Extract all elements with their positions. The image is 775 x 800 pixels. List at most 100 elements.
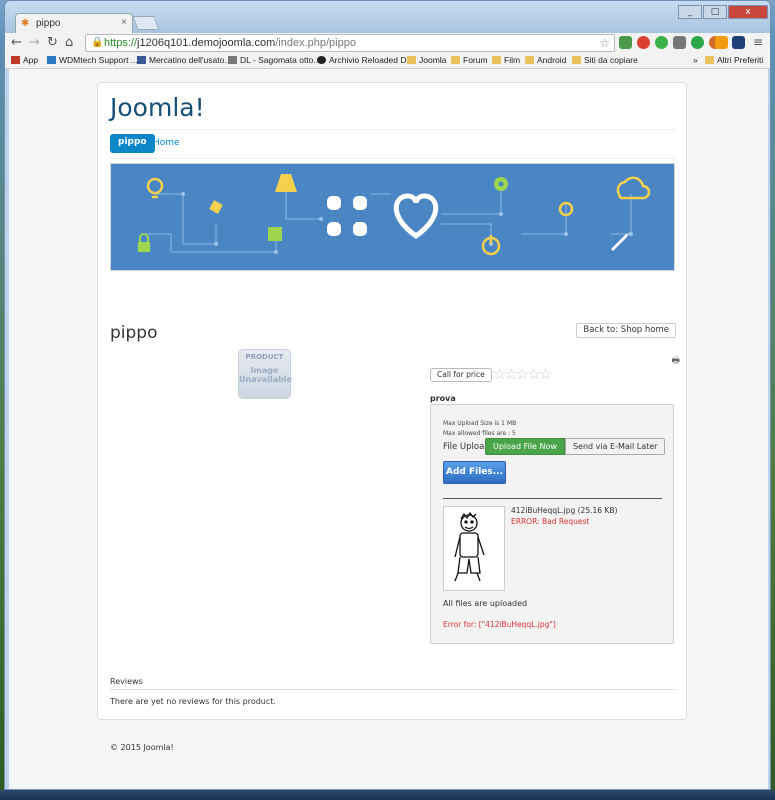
bookmark-star-icon[interactable]: ☆ (599, 36, 610, 50)
file-upload-label: File Upload (443, 442, 490, 452)
upload-field-label: prova (430, 394, 456, 403)
extension-leaf-icon[interactable] (655, 36, 668, 49)
send-email-later-button[interactable]: Send via E-Mail Later (564, 438, 666, 455)
extension-green-icon[interactable] (619, 36, 632, 49)
more-bookmarks-chevron[interactable]: » (693, 55, 698, 65)
page-viewport: Joomla! pippo Home pippo Back to: Shop h… (9, 69, 768, 789)
product-image-placeholder: PRODUCT Image Unavailable (238, 349, 292, 399)
gear-icon (494, 177, 508, 191)
bookmark-film[interactable]: Film (492, 55, 520, 65)
new-tab-button[interactable] (132, 16, 160, 30)
bookmark-dl[interactable]: DL - Sagomata otto... (228, 55, 320, 65)
forward-arrow-icon[interactable]: → (29, 35, 40, 50)
upload-now-button[interactable]: Upload File Now (485, 438, 565, 455)
url-path: /index.php/pippo (275, 37, 356, 49)
star-icon[interactable]: ☆ (527, 365, 541, 383)
upload-panel: Max Upload Size is 1 MB Max allowed file… (430, 404, 674, 644)
placeholder-line1: PRODUCT (245, 353, 284, 361)
tab-bar: ✱ pippo × _ □ x (5, 1, 770, 33)
folder-icon (451, 56, 460, 64)
cloud-icon (616, 176, 651, 200)
back-arrow-icon[interactable]: ← (11, 35, 22, 50)
uploaded-file-thumbnail (443, 506, 505, 591)
close-window-button[interactable]: x (728, 5, 768, 19)
divider (110, 158, 675, 159)
extension-pause-icon[interactable] (691, 36, 704, 49)
folder-icon (572, 56, 581, 64)
site-brand[interactable]: Joomla! (110, 93, 205, 122)
folder-icon (407, 56, 416, 64)
apps-icon (11, 56, 20, 64)
tab-title: pippo (36, 18, 61, 29)
folder-icon (705, 56, 714, 64)
home-icon[interactable]: ⌂ (65, 35, 73, 50)
product-title: pippo (110, 323, 158, 343)
cartoon-figure-image (454, 511, 485, 582)
bookmark-mercatino[interactable]: Mercatino dell'usato... (137, 55, 231, 65)
browser-window: ✱ pippo × _ □ x ← → ↻ ⌂ 🔒 https://j1206q… (4, 0, 771, 790)
max-files-text: Max allowed files are : 5 (443, 430, 516, 437)
placeholder-line3: Unavailable (239, 375, 292, 384)
os-taskbar (0, 790, 775, 800)
extension-red-icon[interactable] (637, 36, 650, 49)
bookmarks-bar: App WDMtech Support ... Mercatino dell'u… (5, 53, 770, 69)
nav-item-home[interactable]: Home (153, 138, 180, 148)
window-controls: _ □ x (678, 5, 768, 19)
add-files-button[interactable]: Add Files... (443, 461, 506, 484)
divider (110, 689, 675, 690)
menu-icon[interactable]: ≡ (753, 35, 763, 49)
star-icon[interactable]: ☆ (493, 365, 507, 383)
joomla-logo-icon (327, 196, 367, 236)
extension-rss-icon[interactable] (715, 36, 728, 49)
bookmark-siti[interactable]: Siti da copiare (572, 55, 638, 65)
bookmark-android[interactable]: Android (525, 55, 566, 65)
upload-mode-toggle: Upload File Now Send via E-Mail Later (485, 438, 666, 455)
site-footer: © 2015 Joomla! (110, 743, 174, 752)
print-icon[interactable]: 🖶 (672, 353, 681, 369)
rocket-icon (611, 233, 629, 251)
back-to-shop-button[interactable]: Back to: Shop home (576, 323, 676, 338)
divider (443, 498, 662, 499)
uploaded-file-name: 412iBuHeqqL.jpg (25.16 KB) (511, 506, 618, 515)
extension-n-icon[interactable] (732, 36, 745, 49)
url-scheme: https:// (104, 37, 138, 49)
reviews-empty-text: There are yet no reviews for this produc… (110, 697, 276, 706)
rating-stars[interactable]: ☆☆☆☆☆ (493, 365, 553, 383)
bookmark-app[interactable]: App (11, 55, 38, 65)
upload-error-message: ERROR: Bad Request (511, 517, 590, 526)
max-upload-size-text: Max Upload Size is 1 MB (443, 420, 517, 427)
divider (110, 129, 675, 130)
joomla-favicon-icon: ✱ (21, 18, 30, 29)
browser-toolbar: ← → ↻ ⌂ 🔒 https://j1206q101.demojoomla.c… (5, 33, 770, 53)
minimize-button[interactable]: _ (678, 5, 702, 19)
reviews-heading: Reviews (110, 677, 143, 686)
star-icon[interactable]: ☆ (539, 365, 553, 383)
close-tab-icon[interactable]: × (121, 17, 127, 28)
folder-icon (525, 56, 534, 64)
heart-icon (393, 193, 439, 240)
banner-illustration (138, 174, 651, 256)
upload-error-for-text: Error for: ["412iBuHeqqL.jpg"] (443, 620, 556, 629)
bookmark-joomla[interactable]: Joomla (407, 55, 446, 65)
bookmark-forum[interactable]: Forum (451, 55, 488, 65)
star-icon[interactable]: ☆ (516, 365, 530, 383)
maximize-button[interactable]: □ (703, 5, 727, 19)
bookmark-altri-preferiti[interactable]: Altri Preferiti (705, 55, 763, 65)
floppy-disk-icon (268, 227, 282, 241)
address-bar[interactable]: 🔒 https://j1206q101.demojoomla.com/index… (85, 34, 615, 52)
bookmark-wdmtech[interactable]: WDMtech Support ... (47, 55, 138, 65)
star-icon[interactable]: ☆ (504, 365, 518, 383)
tab-pippo[interactable]: ✱ pippo × (15, 13, 133, 33)
page-container: Joomla! pippo Home pippo Back to: Shop h… (97, 82, 687, 720)
extension-cast-icon[interactable] (673, 36, 686, 49)
facebook-icon (137, 56, 146, 64)
placeholder-line2: Image (250, 366, 279, 375)
dl-icon (228, 56, 237, 64)
reload-icon[interactable]: ↻ (47, 35, 58, 50)
dots-icon (47, 56, 56, 64)
nav-item-pippo[interactable]: pippo (110, 134, 155, 153)
satellite-icon (209, 200, 223, 214)
lock-icon: 🔒 (91, 37, 104, 48)
call-for-price-button[interactable]: Call for price (430, 368, 492, 382)
bookmark-archivio[interactable]: Archivio Reloaded D... (317, 55, 414, 65)
